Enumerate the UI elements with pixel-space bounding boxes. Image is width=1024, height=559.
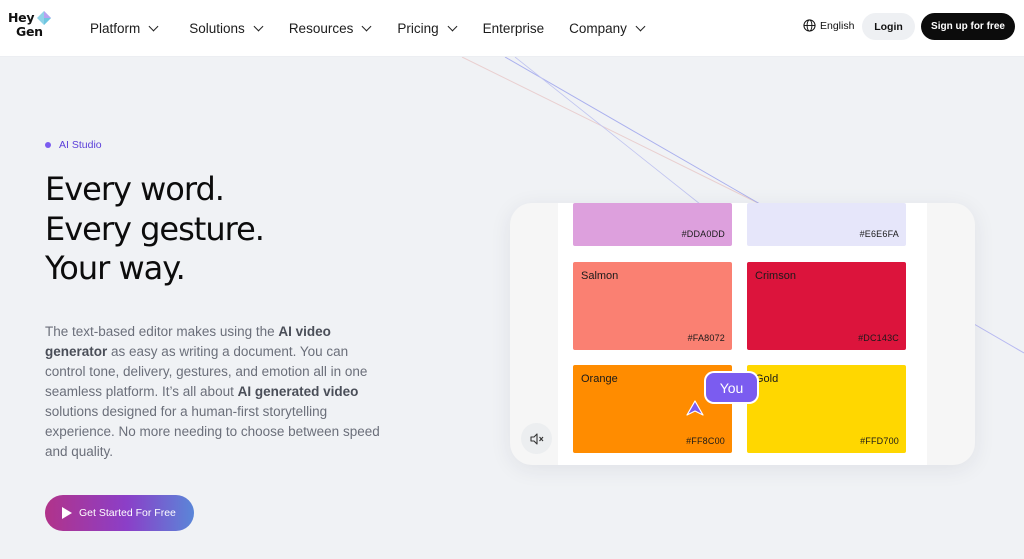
nav-item-label: Pricing bbox=[397, 21, 439, 36]
color-swatch-gold: Gold #FFD700 bbox=[747, 365, 906, 453]
play-icon bbox=[62, 507, 72, 519]
nav-item-label: Solutions bbox=[189, 21, 245, 36]
nav-item-company[interactable]: Company bbox=[569, 21, 646, 36]
nav-item-label: Platform bbox=[90, 21, 141, 36]
swatch-hex: #FA8072 bbox=[687, 333, 725, 343]
language-label: English bbox=[820, 19, 855, 32]
description-text: The text-based editor makes using the bbox=[45, 324, 279, 339]
editor-preview-card: #DDA0DD #E6E6FA Salmon #FA8072 Crimson #… bbox=[510, 203, 975, 465]
top-navigation-bar: Hey Gen Platform Solutions Resources Pri… bbox=[0, 0, 1024, 57]
ai-studio-badge: AI Studio bbox=[45, 139, 102, 151]
swatch-name: Gold bbox=[755, 373, 779, 385]
login-button[interactable]: Login bbox=[862, 13, 915, 40]
nav-item-label: Enterprise bbox=[482, 21, 545, 36]
nav-item-platform[interactable]: Platform bbox=[90, 21, 159, 36]
chevron-down-icon bbox=[148, 21, 159, 32]
headline-line-1: Every word. bbox=[45, 170, 225, 208]
nav-item-enterprise[interactable]: Enterprise bbox=[483, 21, 545, 36]
chevron-down-icon bbox=[253, 21, 264, 32]
main-nav: Platform Solutions Resources Pricing Ent… bbox=[90, 0, 646, 57]
badge-dot bbox=[45, 142, 51, 148]
get-started-button[interactable]: Get Started For Free bbox=[45, 495, 194, 531]
pointer-cursor-icon bbox=[686, 400, 704, 416]
swatch-hex: #E6E6FA bbox=[859, 229, 899, 239]
swatch-hex: #FF8C00 bbox=[686, 436, 725, 446]
swatch-name: Orange bbox=[581, 373, 618, 385]
chevron-down-icon bbox=[361, 21, 372, 32]
you-collaborator-tag: You bbox=[706, 373, 757, 402]
nav-item-solutions[interactable]: Solutions bbox=[189, 21, 264, 36]
headline-line-2: Every gesture. bbox=[45, 209, 265, 248]
swatch-hex: #FFD700 bbox=[860, 436, 899, 446]
swatch-name: Crimson bbox=[755, 270, 796, 282]
speaker-muted-icon bbox=[529, 432, 543, 445]
nav-item-pricing[interactable]: Pricing bbox=[397, 21, 458, 36]
preview-canvas: #DDA0DD #E6E6FA Salmon #FA8072 Crimson #… bbox=[558, 203, 927, 465]
mute-button[interactable] bbox=[521, 423, 552, 454]
hero-headline: Every word. Every gesture. Your way. bbox=[45, 170, 265, 289]
swatch-hex: #DDA0DD bbox=[681, 229, 725, 239]
swatch-hex: #DC143C bbox=[858, 333, 899, 343]
chevron-down-icon bbox=[447, 21, 458, 32]
headline-line-3: Your way. bbox=[45, 249, 186, 287]
language-selector[interactable]: English bbox=[803, 19, 854, 32]
heygen-logo-icon bbox=[37, 11, 51, 25]
cta-label: Get Started For Free bbox=[79, 507, 176, 519]
heygen-logo[interactable]: Hey Gen bbox=[8, 11, 52, 43]
nav-item-label: Company bbox=[569, 21, 627, 36]
signup-button[interactable]: Sign up for free bbox=[921, 13, 1015, 40]
color-swatch-plum: #DDA0DD bbox=[573, 203, 732, 246]
color-swatch-salmon: Salmon #FA8072 bbox=[573, 262, 732, 350]
swatch-name: Salmon bbox=[581, 270, 619, 282]
color-swatch-lavender: #E6E6FA bbox=[747, 203, 906, 246]
badge-label: AI Studio bbox=[59, 139, 102, 151]
logo-text-line2: Gen bbox=[16, 24, 43, 39]
description-text: solutions designed for a human-first sto… bbox=[45, 404, 380, 459]
link-ai-generated-video: AI generated video bbox=[237, 384, 359, 399]
globe-icon bbox=[803, 19, 816, 32]
nav-item-label: Resources bbox=[288, 21, 354, 36]
color-swatch-crimson: Crimson #DC143C bbox=[747, 262, 906, 350]
nav-item-resources[interactable]: Resources bbox=[288, 21, 372, 36]
logo-text-line1: Hey bbox=[8, 10, 35, 25]
hero-description: The text-based editor makes using the AI… bbox=[45, 322, 390, 462]
chevron-down-icon bbox=[635, 21, 646, 32]
